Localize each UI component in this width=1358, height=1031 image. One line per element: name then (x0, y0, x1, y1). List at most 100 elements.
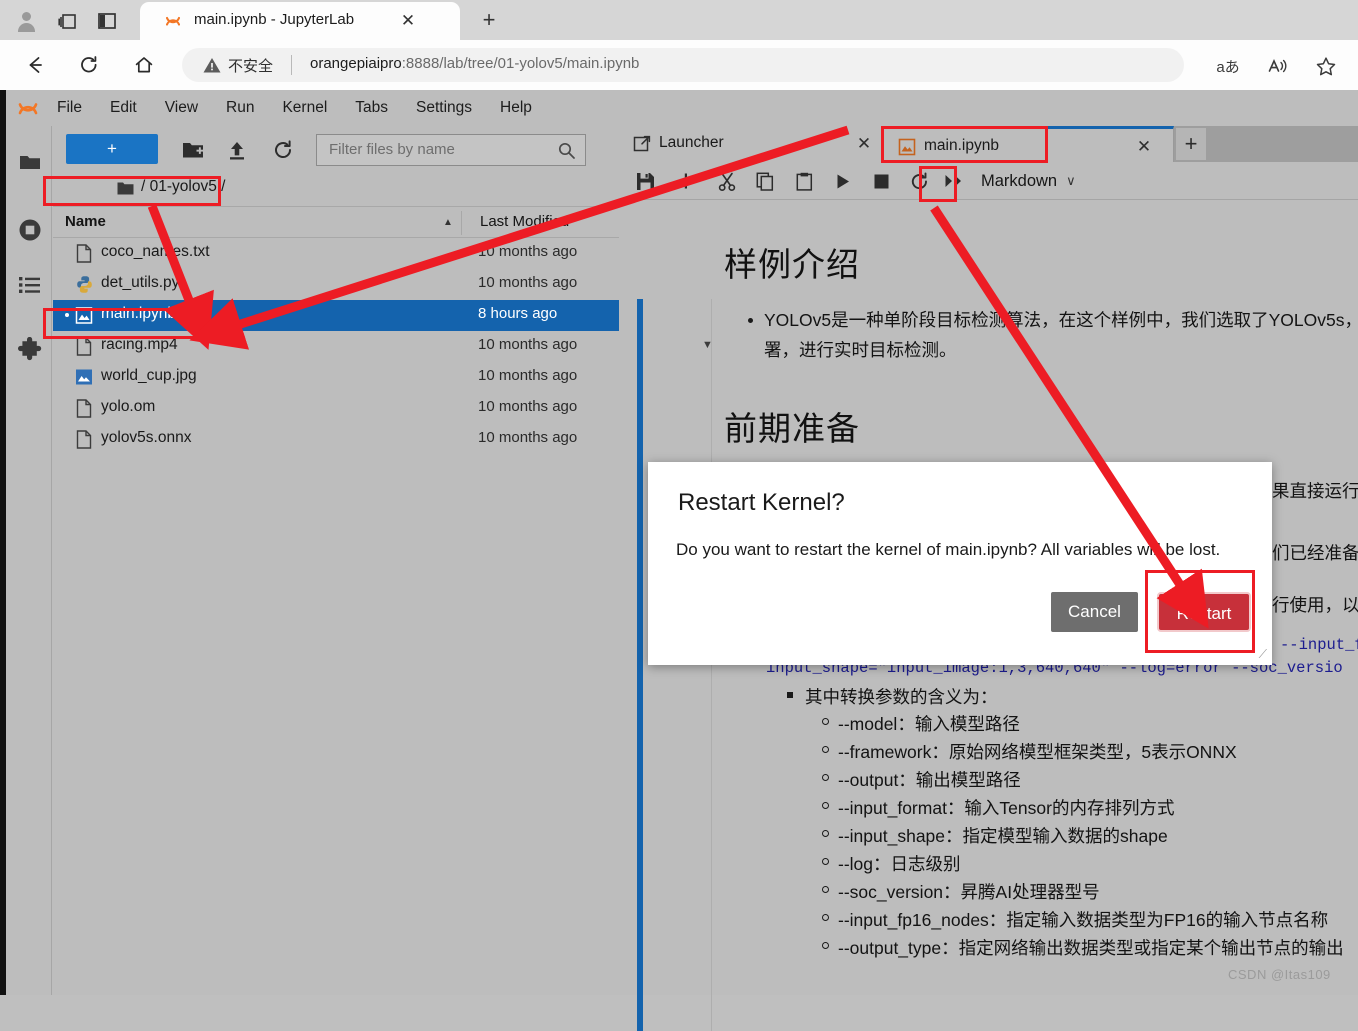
url-text: orangepiaipro:8888/lab/tree/01-yolov5/ma… (310, 55, 639, 72)
notebook-file-icon (898, 138, 916, 156)
dialog-body: Do you want to restart the kernel of mai… (676, 540, 1221, 559)
avatar-icon[interactable] (14, 8, 40, 34)
collections-icon[interactable] (54, 8, 80, 34)
upload-icon[interactable] (225, 138, 249, 162)
split-screen-icon[interactable] (94, 8, 120, 34)
dock-tab-bar: Launcher ✕ main.ipynb ✕ + (619, 126, 1358, 162)
file-modified: 10 months ago (478, 429, 578, 446)
menu-item-run[interactable]: Run (223, 97, 257, 119)
cell-type-value: Markdown (981, 171, 1058, 190)
resize-handle-icon[interactable]: ⟋ (1259, 647, 1267, 662)
tab-close-icon[interactable]: ✕ (398, 11, 418, 31)
text-file-icon (75, 244, 93, 263)
restart-run-all-icon[interactable] (942, 170, 966, 192)
menu-item-view[interactable]: View (162, 97, 201, 119)
puzzle-icon[interactable] (16, 336, 44, 364)
bullet-marker (822, 746, 829, 753)
list-item[interactable]: yolo.om 10 months ago (53, 393, 619, 424)
menu-item-kernel[interactable]: Kernel (279, 97, 330, 119)
new-folder-icon[interactable] (181, 138, 205, 162)
add-tab-button[interactable]: + (1176, 128, 1206, 160)
jupyterlab-menubar: File Edit View Run Kernel Tabs Settings … (6, 90, 1358, 126)
bullet-marker (748, 318, 753, 323)
dock-tab-main-ipynb[interactable]: main.ipynb ✕ (884, 126, 1174, 162)
breadcrumb-path[interactable]: / 01-yolov5 / (141, 178, 225, 196)
notebook-file-icon (75, 306, 93, 325)
param-item: --soc_version：昇腾AI处理器型号 (838, 882, 1100, 902)
filter-files-input[interactable]: Filter files by name (316, 134, 586, 166)
home-icon[interactable] (129, 50, 159, 80)
active-cell-indicator (637, 299, 643, 1031)
menu-item-help[interactable]: Help (497, 97, 535, 119)
menu-item-edit[interactable]: Edit (107, 97, 140, 119)
translate-icon[interactable]: aあ (1212, 54, 1244, 78)
sort-ascending-icon[interactable]: ▲ (443, 217, 453, 228)
list-item[interactable]: det_utils.py 10 months ago (53, 269, 619, 300)
read-aloud-icon[interactable] (1264, 54, 1292, 78)
menu-item-file[interactable]: File (54, 97, 85, 119)
file-name: yolov5s.onnx (101, 429, 192, 446)
reload-icon[interactable] (74, 50, 104, 80)
notebook-toolbar: Markdown ∨ (619, 162, 1358, 200)
breadcrumb[interactable]: / 01-yolov5 / (53, 172, 619, 206)
menu-item-tabs[interactable]: Tabs (352, 97, 391, 119)
list-item[interactable]: coco_names.txt 10 months ago (53, 238, 619, 269)
new-launcher-button[interactable]: + (66, 134, 158, 164)
param-item: --input_shape：指定模型输入数据的shape (838, 826, 1168, 846)
paste-icon[interactable] (792, 170, 816, 192)
file-modified: 10 months ago (478, 336, 578, 353)
add-cell-icon[interactable] (674, 170, 698, 192)
browser-navbar: 不安全 orangepiaipro:8888/lab/tree/01-yolov… (0, 40, 1358, 90)
list-item[interactable]: main.ipynb 8 hours ago (53, 300, 619, 331)
file-name: main.ipynb (101, 305, 176, 322)
menu-item-settings[interactable]: Settings (413, 97, 475, 119)
intro-paragraph-line1: YOLOv5是一种单阶段目标检测算法，在这个样例中，我们选取了YOLOv5s， (764, 310, 1358, 330)
column-header-name[interactable]: Name (65, 213, 106, 230)
address-bar[interactable]: 不安全 orangepiaipro:8888/lab/tree/01-yolov… (182, 48, 1184, 82)
image-file-icon (75, 368, 93, 387)
dialog-title: Restart Kernel? (678, 489, 845, 516)
folder-icon[interactable] (16, 148, 44, 176)
save-icon[interactable] (633, 170, 657, 192)
jupyter-logo-icon (16, 96, 40, 120)
file-modified: 10 months ago (478, 398, 578, 415)
intro-paragraph-line2: 署，进行实时目标检测。 (764, 340, 957, 360)
bullet-marker (822, 802, 829, 809)
close-icon[interactable]: ✕ (1134, 137, 1154, 157)
stop-circle-icon[interactable] (16, 216, 44, 244)
run-icon[interactable] (831, 170, 855, 192)
close-icon[interactable]: ✕ (854, 134, 874, 154)
folder-icon (117, 181, 134, 196)
dock-tab-launcher[interactable]: Launcher ✕ (619, 126, 884, 162)
chevron-down-icon[interactable]: ▼ (702, 339, 713, 351)
file-name: racing.mp4 (101, 336, 178, 353)
list-icon[interactable] (16, 271, 44, 299)
bullet-marker (822, 774, 829, 781)
new-tab-button[interactable]: + (476, 8, 502, 34)
restart-kernel-icon[interactable] (907, 170, 931, 192)
star-icon[interactable] (1312, 54, 1340, 78)
copy-icon[interactable] (753, 170, 777, 192)
stop-icon[interactable] (869, 170, 893, 192)
file-modified: 10 months ago (478, 367, 578, 384)
file-name: coco_names.txt (101, 243, 210, 260)
list-item[interactable]: world_cup.jpg 10 months ago (53, 362, 619, 393)
list-item[interactable]: racing.mp4 10 months ago (53, 331, 619, 362)
restart-button[interactable]: Restart (1157, 592, 1251, 632)
param-item: --framework：原始网络模型框架类型，5表示ONNX (838, 742, 1237, 762)
list-item[interactable]: yolov5s.onnx 10 months ago (53, 424, 619, 455)
file-browser-panel: + Filter files by name / 01-yolov5 / Nam… (53, 126, 619, 995)
browser-tab[interactable]: main.ipynb - JupyterLab ✕ (140, 2, 460, 40)
url-path: :8888/lab/tree/01-yolov5/main.ipynb (401, 55, 640, 72)
cut-icon[interactable] (715, 170, 739, 192)
search-icon[interactable] (558, 142, 575, 159)
cancel-button[interactable]: Cancel (1051, 592, 1138, 632)
file-list-column-headers: Name ▲ Last Modified (53, 206, 619, 238)
bullet-marker (822, 858, 829, 865)
browser-tab-title: main.ipynb - JupyterLab (194, 11, 355, 28)
refresh-icon[interactable] (271, 138, 295, 162)
cell-type-dropdown[interactable]: Markdown ∨ (981, 168, 1076, 194)
column-header-last-modified[interactable]: Last Modified (480, 213, 569, 230)
back-arrow-icon[interactable] (20, 50, 50, 80)
obscured-text-2: 们已经准备 (1272, 543, 1358, 563)
